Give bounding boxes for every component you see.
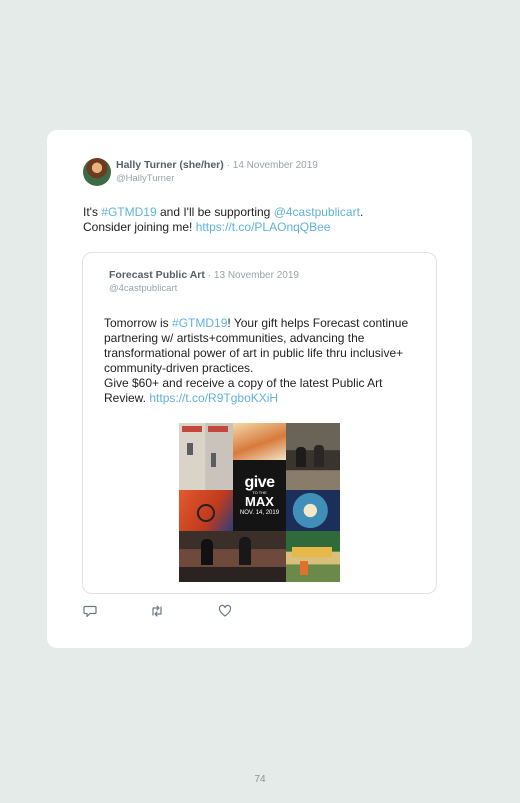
quote-author-name[interactable]: Forecast Public Art	[109, 269, 205, 281]
reply-icon[interactable]	[83, 604, 97, 618]
tweet-actions	[83, 604, 283, 620]
panel-discussion-photo	[286, 423, 340, 490]
tweet-text-part: Consider joining me!	[83, 220, 196, 234]
quote-text: Tomorrow is #GTMD19! Your gift helps For…	[104, 316, 424, 406]
tweet-text-part: It's	[83, 205, 102, 219]
tweet-text-part: and I'll be supporting	[156, 205, 274, 219]
tweet-date[interactable]: · 14 November 2019	[227, 160, 318, 171]
logo-max-word: MAX	[245, 494, 274, 509]
magazine-covers-photo	[179, 423, 233, 490]
bicycle-mural-photo	[179, 490, 233, 531]
heart-icon[interactable]	[218, 604, 232, 618]
author-name[interactable]: Hally Turner (she/her)	[116, 159, 224, 171]
tweet-card: Hally Turner (she/her) · 14 November 201…	[47, 130, 472, 648]
quote-url-link[interactable]: https://t.co/R9TgboKXiH	[149, 391, 278, 405]
logo-date: NOV. 14, 2019	[239, 510, 280, 516]
quote-text-part: Tomorrow is	[104, 316, 173, 330]
quote-date[interactable]: · 13 November 2019	[208, 270, 299, 281]
quoted-tweet[interactable]: Forecast Public Art · 13 November 2019 @…	[82, 252, 437, 594]
quote-author-line[interactable]: Forecast Public Art · 13 November 2019	[109, 269, 299, 281]
hashtag-link[interactable]: #GTMD19	[101, 205, 156, 219]
sculpture-photo	[233, 423, 286, 460]
give-to-the-max-logo: give TO THE MAX NOV. 14, 2019	[233, 460, 286, 531]
url-link[interactable]: https://t.co/PLAOnqQBee	[196, 220, 331, 234]
retweet-icon[interactable]	[150, 604, 164, 618]
quote-hashtag-link[interactable]: #GTMD19	[172, 316, 227, 330]
mention-link[interactable]: @4castpublicart	[274, 205, 360, 219]
tweet-text: It's #GTMD19 and I'll be supporting @4ca…	[83, 205, 443, 235]
author-name-line[interactable]: Hally Turner (she/her) · 14 November 201…	[116, 159, 318, 171]
outdoor-event-photo	[286, 531, 340, 582]
quote-author-handle[interactable]: @4castpublicart	[109, 283, 177, 294]
author-handle[interactable]: @HallyTurner	[116, 173, 174, 184]
give-to-the-max-collage-image[interactable]: give TO THE MAX NOV. 14, 2019	[179, 423, 340, 582]
logo-give-word: give	[244, 474, 275, 491]
workshop-photo	[179, 531, 286, 582]
tweet-text-part: .	[359, 205, 364, 219]
page-number: 74	[254, 774, 266, 785]
author-avatar[interactable]	[83, 158, 111, 186]
painted-panel-photo	[286, 490, 340, 531]
